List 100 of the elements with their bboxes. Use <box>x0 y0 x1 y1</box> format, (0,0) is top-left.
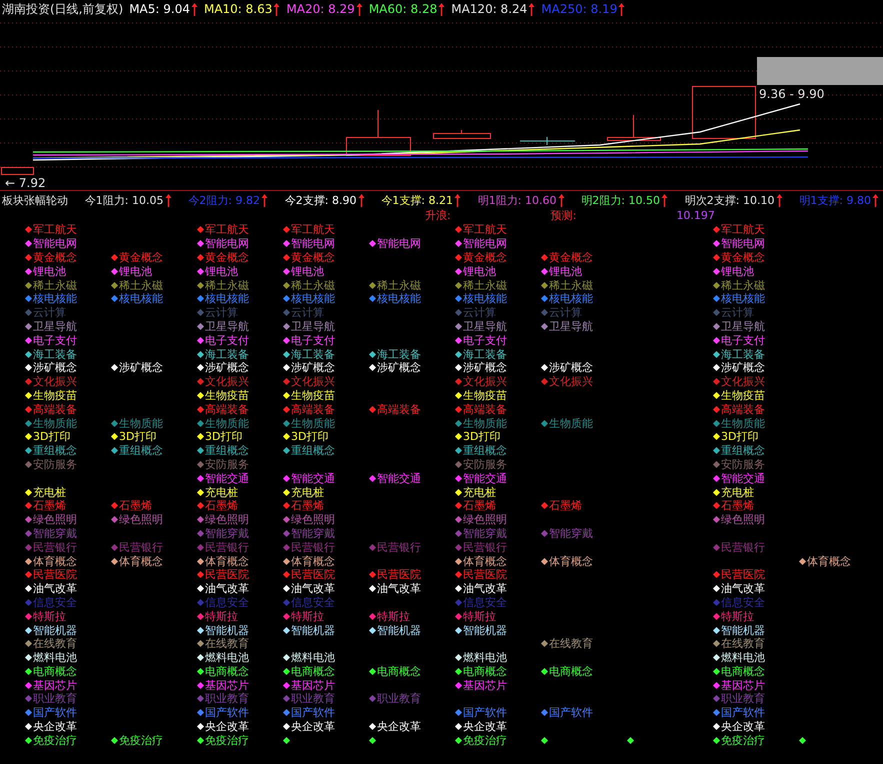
sector-label: 石墨烯 <box>119 499 152 512</box>
sector-label: 黄金概念 <box>549 250 593 264</box>
sector-label: 智能穿戴 <box>205 526 249 540</box>
sector-label: 特斯拉 <box>463 610 496 623</box>
sector-label: 免疫治疗 <box>119 734 163 747</box>
sector-label: 石墨烯 <box>549 499 582 512</box>
sector-label: 稀土永磁 <box>119 278 163 292</box>
sector-label: 智能机器 <box>33 624 77 636</box>
sector-label: 电商概念 <box>205 664 249 678</box>
sector-label: 绿色照明 <box>33 513 77 526</box>
sector-label: 重组概念 <box>205 444 249 458</box>
sector-label: 涉矿概念 <box>33 361 77 374</box>
sector-label: 锂电池 <box>205 264 238 278</box>
sector-label: 央企改革 <box>33 720 77 734</box>
sector-label: 职业教育 <box>377 692 421 706</box>
sector-label: 重组概念 <box>291 444 335 458</box>
sector-label: 绿色照明 <box>721 513 765 526</box>
sector-label: 锂电池 <box>549 264 582 278</box>
sector-label: 智能穿戴 <box>291 526 335 540</box>
sector-label: 智能电网 <box>291 237 335 250</box>
candlestick <box>607 114 661 141</box>
chart-title: 湖南投资(日线,前复权) <box>2 0 124 18</box>
sector-label: 在线教育 <box>205 637 249 650</box>
sector-label: 涉矿概念 <box>291 361 335 374</box>
sector-label: 高端装备 <box>463 402 507 416</box>
sector-label: 核电核能 <box>119 292 163 306</box>
candlestick <box>346 110 411 156</box>
sector-label: 生物疫苗 <box>33 388 77 402</box>
sector-label: 免疫治疗 <box>33 734 77 747</box>
sector-label: 民营银行 <box>119 540 163 554</box>
sector-label: 职业教育 <box>291 692 335 706</box>
sector-label: 文化振兴 <box>205 375 249 388</box>
sector-label: 生物疫苗 <box>463 388 507 402</box>
sector-label: 高端装备 <box>33 402 77 416</box>
sector-label: 锂电池 <box>291 264 324 278</box>
sector-label: 智能机器 <box>377 624 421 636</box>
sector-label: 海工装备 <box>291 348 335 361</box>
sector-label: 卫星导航 <box>291 320 335 333</box>
sector-label: 安防服务 <box>205 458 249 471</box>
sector-label: 生物疫苗 <box>205 388 249 402</box>
sector-label: 体育概念 <box>807 554 851 568</box>
sector-label: 黄金概念 <box>291 250 335 264</box>
price-level-reading: 今1支撑: 8.21 <box>381 192 453 208</box>
sector-label: 石墨烯 <box>33 499 66 512</box>
sector-label: 电子支付 <box>463 334 507 347</box>
sector-label: 民营银行 <box>463 540 507 554</box>
price-level-reading: 明1阻力: 10.60 <box>478 192 556 208</box>
sector-label: 民营医院 <box>463 568 507 582</box>
sector-label: 黄金概念 <box>119 250 163 264</box>
sector-label: 军工航天 <box>463 223 507 236</box>
sector-label: 央企改革 <box>721 720 765 734</box>
sector-label: 特斯拉 <box>291 610 324 623</box>
sector-label: 卫星导航 <box>721 320 765 333</box>
sector-label: 安防服务 <box>721 458 765 471</box>
sector-label: 云计算 <box>33 306 66 320</box>
sector-label: 海工装备 <box>205 348 249 361</box>
sector-label: 油气改革 <box>33 582 77 596</box>
sector-label: 卫星导航 <box>205 320 249 333</box>
sector-label: 电商概念 <box>721 664 765 678</box>
sector-label: 电子支付 <box>721 334 765 347</box>
sector-label: 云计算 <box>549 306 582 320</box>
sector-label: 体育概念 <box>33 554 77 568</box>
sector-label: 锂电池 <box>721 264 754 278</box>
moving-average-reading: MA250: 8.19 <box>541 2 618 16</box>
sector-label: 高端装备 <box>205 402 249 416</box>
sector-label: 文化振兴 <box>33 375 77 388</box>
sector-label: 智能机器 <box>291 624 335 636</box>
sector-label: 军工航天 <box>205 223 249 236</box>
sector-label: 央企改革 <box>463 720 507 734</box>
sector-label: 职业教育 <box>721 692 765 706</box>
sector-label: 体育概念 <box>549 554 593 568</box>
sector-label: 黄金概念 <box>463 250 507 264</box>
sector-label: 油气改革 <box>721 582 765 596</box>
sector-label: 央企改革 <box>291 720 335 734</box>
sector-label: 体育概念 <box>119 554 163 568</box>
sector-label: 生物质能 <box>291 416 335 430</box>
forecast-label: 10.197 <box>676 209 715 223</box>
price-level-reading: 明1支撑: 9.80 <box>799 192 871 208</box>
sector-label: 云计算 <box>205 306 238 320</box>
sector-label: 智能穿戴 <box>33 526 77 540</box>
sector-label: 海工装备 <box>33 348 77 361</box>
sector-label: 油气改革 <box>377 582 421 596</box>
sector-label: 军工航天 <box>291 223 335 236</box>
sector-label: 基因芯片 <box>33 678 77 692</box>
sector-label: 充电桩 <box>205 486 238 499</box>
sector-label: 生物质能 <box>549 416 593 430</box>
sector-label: 油气改革 <box>463 582 507 596</box>
sector-label: 职业教育 <box>205 692 249 706</box>
sector-label: 民营医院 <box>205 568 249 582</box>
sector-label: 智能机器 <box>463 624 507 636</box>
sector-label: 核电核能 <box>205 292 249 306</box>
sector-label: 智能机器 <box>721 624 765 636</box>
sector-label: 云计算 <box>291 306 324 320</box>
sector-label: 锂电池 <box>119 264 152 278</box>
sector-label: 燃料电池 <box>33 651 77 664</box>
forecast-label: 预测: <box>550 209 576 223</box>
sector-label: 核电核能 <box>291 292 335 306</box>
moving-average-reading: MA10: 8.63 <box>204 2 272 16</box>
sector-label: 特斯拉 <box>721 610 754 623</box>
sector-label: 涉矿概念 <box>377 361 421 374</box>
